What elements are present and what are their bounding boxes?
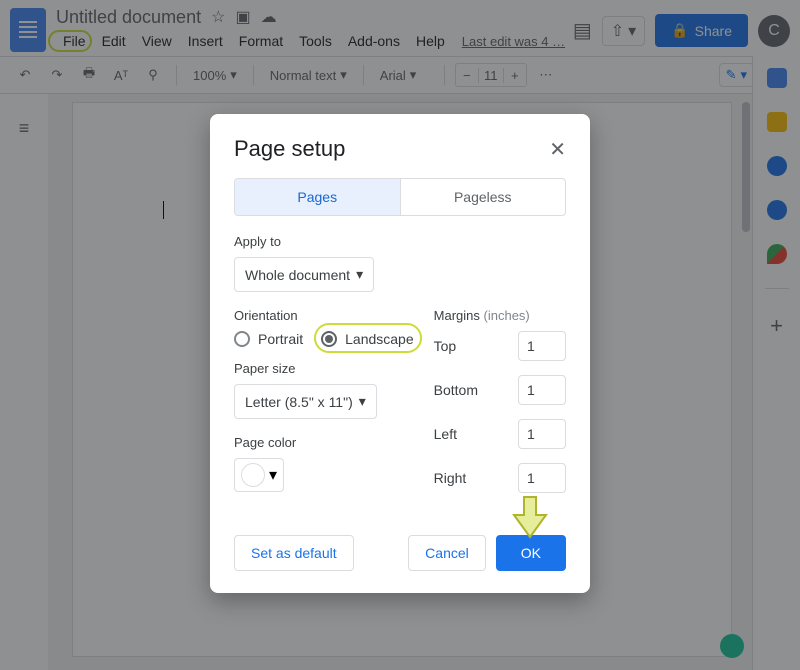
orientation-column: Orientation Portrait Landscape Paper siz… [234, 308, 414, 507]
radio-landscape-label: Landscape [345, 331, 414, 347]
cancel-button[interactable]: Cancel [408, 535, 486, 571]
page-color-select[interactable]: ▾ [234, 458, 284, 492]
tab-pages[interactable]: Pages [235, 179, 400, 215]
apply-to-value: Whole document [245, 267, 350, 283]
paper-size-value: Letter (8.5" x 11") [245, 394, 353, 410]
dialog-header: Page setup ✕ [234, 136, 566, 162]
orientation-radios: Portrait Landscape [234, 331, 414, 347]
margin-bottom-input[interactable] [518, 375, 566, 405]
margin-row-left: Left [434, 419, 566, 449]
chevron-down-icon: ▾ [269, 465, 277, 485]
margins-column: Margins (inches) Top Bottom Left Right [434, 308, 566, 507]
radio-portrait-label: Portrait [258, 331, 303, 347]
page-setup-dialog: Page setup ✕ Pages Pageless Apply to Who… [210, 114, 590, 593]
paper-size-label: Paper size [234, 361, 414, 376]
chevron-down-icon: ▾ [356, 266, 363, 283]
page-setup-tabs: Pages Pageless [234, 178, 566, 216]
margin-row-right: Right [434, 463, 566, 493]
paper-size-select[interactable]: Letter (8.5" x 11") ▾ [234, 384, 377, 419]
radio-dot [234, 331, 250, 347]
page-color-label: Page color [234, 435, 414, 450]
close-icon[interactable]: ✕ [549, 137, 566, 162]
margin-bottom-label: Bottom [434, 382, 478, 398]
radio-landscape[interactable]: Landscape [321, 331, 414, 347]
set-as-default-button[interactable]: Set as default [234, 535, 354, 571]
color-swatch [241, 463, 265, 487]
margin-top-input[interactable] [518, 331, 566, 361]
radio-dot-checked [321, 331, 337, 347]
radio-portrait[interactable]: Portrait [234, 331, 303, 347]
dialog-footer: Set as default Cancel OK [234, 535, 566, 571]
chevron-down-icon: ▾ [359, 393, 366, 410]
apply-to-label: Apply to [234, 234, 566, 249]
margin-right-label: Right [434, 470, 467, 486]
margin-left-input[interactable] [518, 419, 566, 449]
margin-right-input[interactable] [518, 463, 566, 493]
margin-top-label: Top [434, 338, 457, 354]
margins-label: Margins (inches) [434, 308, 566, 323]
orientation-label: Orientation [234, 308, 414, 323]
apply-to-select[interactable]: Whole document ▾ [234, 257, 374, 292]
ok-button[interactable]: OK [496, 535, 566, 571]
dialog-title: Page setup [234, 136, 345, 162]
margin-row-bottom: Bottom [434, 375, 566, 405]
tab-pageless[interactable]: Pageless [400, 179, 566, 215]
margin-row-top: Top [434, 331, 566, 361]
margin-left-label: Left [434, 426, 457, 442]
